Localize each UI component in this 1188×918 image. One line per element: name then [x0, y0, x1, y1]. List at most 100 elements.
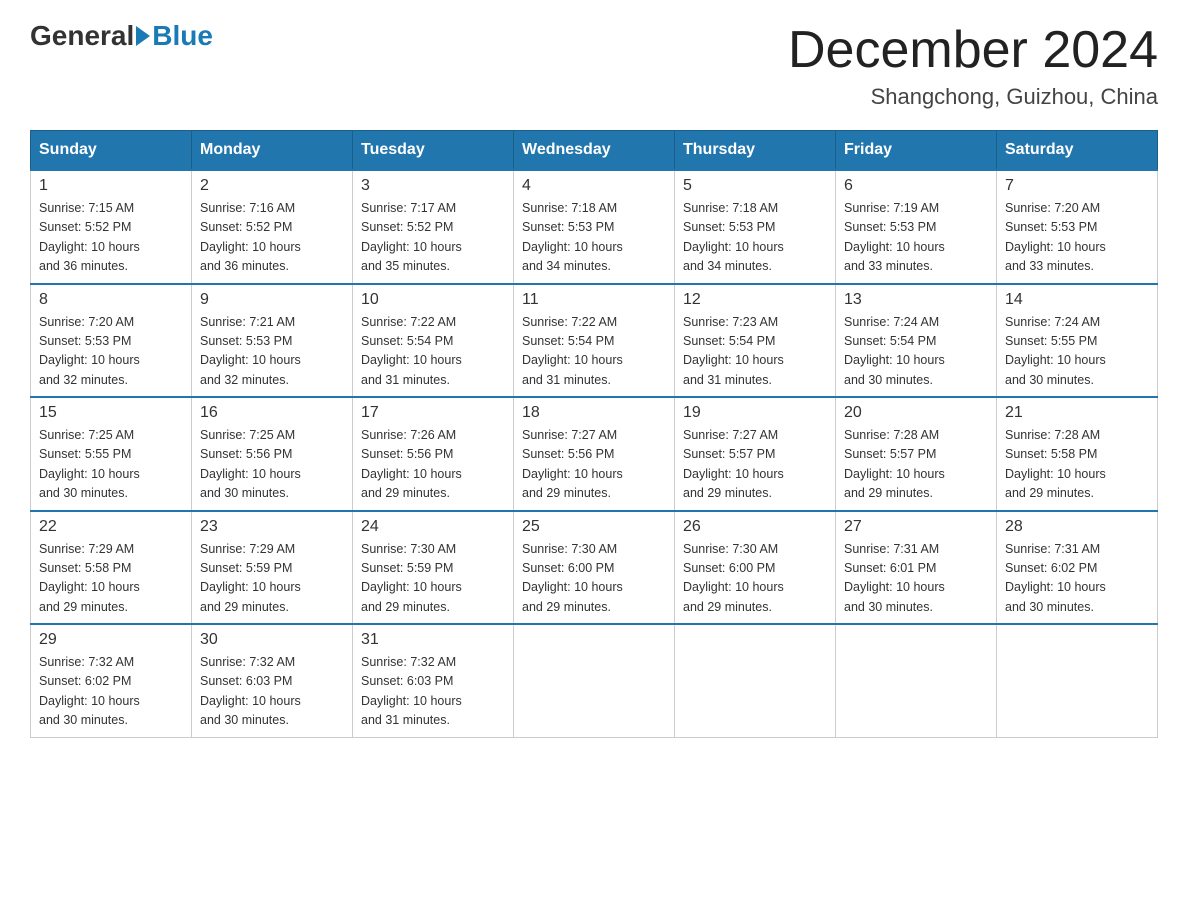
day-number: 30 — [200, 631, 344, 649]
calendar-day-cell: 3 Sunrise: 7:17 AMSunset: 5:52 PMDayligh… — [353, 170, 514, 284]
calendar-day-cell — [675, 624, 836, 737]
day-number: 3 — [361, 177, 505, 195]
day-info: Sunrise: 7:29 AMSunset: 5:58 PMDaylight:… — [39, 540, 183, 618]
day-number: 13 — [844, 291, 988, 309]
day-info: Sunrise: 7:28 AMSunset: 5:57 PMDaylight:… — [844, 426, 988, 504]
day-number: 7 — [1005, 177, 1149, 195]
calendar-day-cell: 1 Sunrise: 7:15 AMSunset: 5:52 PMDayligh… — [31, 170, 192, 284]
day-info: Sunrise: 7:32 AMSunset: 6:03 PMDaylight:… — [361, 653, 505, 731]
calendar-day-cell: 15 Sunrise: 7:25 AMSunset: 5:55 PMDaylig… — [31, 397, 192, 511]
logo-general-text: General — [30, 20, 134, 52]
page-header: General Blue December 2024 Shangchong, G… — [30, 20, 1158, 110]
day-number: 29 — [39, 631, 183, 649]
calendar-header-monday: Monday — [192, 131, 353, 171]
day-number: 18 — [522, 404, 666, 422]
calendar-day-cell: 12 Sunrise: 7:23 AMSunset: 5:54 PMDaylig… — [675, 284, 836, 398]
day-number: 31 — [361, 631, 505, 649]
day-info: Sunrise: 7:28 AMSunset: 5:58 PMDaylight:… — [1005, 426, 1149, 504]
day-info: Sunrise: 7:22 AMSunset: 5:54 PMDaylight:… — [522, 313, 666, 391]
calendar-week-row: 1 Sunrise: 7:15 AMSunset: 5:52 PMDayligh… — [31, 170, 1158, 284]
calendar-day-cell: 29 Sunrise: 7:32 AMSunset: 6:02 PMDaylig… — [31, 624, 192, 737]
calendar-table: SundayMondayTuesdayWednesdayThursdayFrid… — [30, 130, 1158, 738]
calendar-day-cell: 6 Sunrise: 7:19 AMSunset: 5:53 PMDayligh… — [836, 170, 997, 284]
calendar-day-cell: 27 Sunrise: 7:31 AMSunset: 6:01 PMDaylig… — [836, 511, 997, 625]
day-info: Sunrise: 7:15 AMSunset: 5:52 PMDaylight:… — [39, 199, 183, 277]
calendar-header-friday: Friday — [836, 131, 997, 171]
calendar-header-sunday: Sunday — [31, 131, 192, 171]
day-number: 20 — [844, 404, 988, 422]
day-number: 16 — [200, 404, 344, 422]
logo-arrow-icon — [136, 26, 150, 46]
day-info: Sunrise: 7:23 AMSunset: 5:54 PMDaylight:… — [683, 313, 827, 391]
day-info: Sunrise: 7:22 AMSunset: 5:54 PMDaylight:… — [361, 313, 505, 391]
calendar-day-cell: 31 Sunrise: 7:32 AMSunset: 6:03 PMDaylig… — [353, 624, 514, 737]
day-info: Sunrise: 7:32 AMSunset: 6:03 PMDaylight:… — [200, 653, 344, 731]
calendar-day-cell: 7 Sunrise: 7:20 AMSunset: 5:53 PMDayligh… — [997, 170, 1158, 284]
calendar-day-cell: 8 Sunrise: 7:20 AMSunset: 5:53 PMDayligh… — [31, 284, 192, 398]
day-number: 19 — [683, 404, 827, 422]
calendar-day-cell: 23 Sunrise: 7:29 AMSunset: 5:59 PMDaylig… — [192, 511, 353, 625]
calendar-day-cell: 14 Sunrise: 7:24 AMSunset: 5:55 PMDaylig… — [997, 284, 1158, 398]
day-info: Sunrise: 7:31 AMSunset: 6:02 PMDaylight:… — [1005, 540, 1149, 618]
day-number: 15 — [39, 404, 183, 422]
day-number: 5 — [683, 177, 827, 195]
day-info: Sunrise: 7:27 AMSunset: 5:56 PMDaylight:… — [522, 426, 666, 504]
calendar-day-cell: 19 Sunrise: 7:27 AMSunset: 5:57 PMDaylig… — [675, 397, 836, 511]
day-info: Sunrise: 7:30 AMSunset: 6:00 PMDaylight:… — [683, 540, 827, 618]
day-info: Sunrise: 7:21 AMSunset: 5:53 PMDaylight:… — [200, 313, 344, 391]
calendar-day-cell: 4 Sunrise: 7:18 AMSunset: 5:53 PMDayligh… — [514, 170, 675, 284]
logo: General Blue — [30, 20, 213, 52]
day-number: 23 — [200, 518, 344, 536]
day-info: Sunrise: 7:29 AMSunset: 5:59 PMDaylight:… — [200, 540, 344, 618]
day-number: 11 — [522, 291, 666, 309]
day-info: Sunrise: 7:27 AMSunset: 5:57 PMDaylight:… — [683, 426, 827, 504]
page-subtitle: Shangchong, Guizhou, China — [788, 84, 1158, 110]
calendar-week-row: 15 Sunrise: 7:25 AMSunset: 5:55 PMDaylig… — [31, 397, 1158, 511]
day-number: 12 — [683, 291, 827, 309]
calendar-week-row: 22 Sunrise: 7:29 AMSunset: 5:58 PMDaylig… — [31, 511, 1158, 625]
day-info: Sunrise: 7:19 AMSunset: 5:53 PMDaylight:… — [844, 199, 988, 277]
day-number: 1 — [39, 177, 183, 195]
calendar-day-cell — [836, 624, 997, 737]
calendar-day-cell: 9 Sunrise: 7:21 AMSunset: 5:53 PMDayligh… — [192, 284, 353, 398]
day-number: 28 — [1005, 518, 1149, 536]
calendar-header-thursday: Thursday — [675, 131, 836, 171]
day-info: Sunrise: 7:24 AMSunset: 5:54 PMDaylight:… — [844, 313, 988, 391]
calendar-day-cell: 16 Sunrise: 7:25 AMSunset: 5:56 PMDaylig… — [192, 397, 353, 511]
day-number: 2 — [200, 177, 344, 195]
calendar-day-cell: 10 Sunrise: 7:22 AMSunset: 5:54 PMDaylig… — [353, 284, 514, 398]
calendar-day-cell: 21 Sunrise: 7:28 AMSunset: 5:58 PMDaylig… — [997, 397, 1158, 511]
day-info: Sunrise: 7:32 AMSunset: 6:02 PMDaylight:… — [39, 653, 183, 731]
calendar-header-tuesday: Tuesday — [353, 131, 514, 171]
calendar-day-cell: 25 Sunrise: 7:30 AMSunset: 6:00 PMDaylig… — [514, 511, 675, 625]
calendar-day-cell: 24 Sunrise: 7:30 AMSunset: 5:59 PMDaylig… — [353, 511, 514, 625]
day-number: 22 — [39, 518, 183, 536]
day-number: 14 — [1005, 291, 1149, 309]
day-info: Sunrise: 7:26 AMSunset: 5:56 PMDaylight:… — [361, 426, 505, 504]
day-info: Sunrise: 7:17 AMSunset: 5:52 PMDaylight:… — [361, 199, 505, 277]
day-number: 27 — [844, 518, 988, 536]
day-info: Sunrise: 7:16 AMSunset: 5:52 PMDaylight:… — [200, 199, 344, 277]
day-info: Sunrise: 7:18 AMSunset: 5:53 PMDaylight:… — [522, 199, 666, 277]
calendar-week-row: 8 Sunrise: 7:20 AMSunset: 5:53 PMDayligh… — [31, 284, 1158, 398]
day-info: Sunrise: 7:20 AMSunset: 5:53 PMDaylight:… — [1005, 199, 1149, 277]
calendar-day-cell: 30 Sunrise: 7:32 AMSunset: 6:03 PMDaylig… — [192, 624, 353, 737]
page-title: December 2024 — [788, 20, 1158, 80]
calendar-day-cell: 2 Sunrise: 7:16 AMSunset: 5:52 PMDayligh… — [192, 170, 353, 284]
calendar-day-cell: 20 Sunrise: 7:28 AMSunset: 5:57 PMDaylig… — [836, 397, 997, 511]
day-number: 9 — [200, 291, 344, 309]
day-info: Sunrise: 7:30 AMSunset: 6:00 PMDaylight:… — [522, 540, 666, 618]
day-info: Sunrise: 7:31 AMSunset: 6:01 PMDaylight:… — [844, 540, 988, 618]
day-info: Sunrise: 7:30 AMSunset: 5:59 PMDaylight:… — [361, 540, 505, 618]
day-number: 21 — [1005, 404, 1149, 422]
calendar-day-cell: 22 Sunrise: 7:29 AMSunset: 5:58 PMDaylig… — [31, 511, 192, 625]
calendar-week-row: 29 Sunrise: 7:32 AMSunset: 6:02 PMDaylig… — [31, 624, 1158, 737]
day-number: 10 — [361, 291, 505, 309]
calendar-header-row: SundayMondayTuesdayWednesdayThursdayFrid… — [31, 131, 1158, 171]
calendar-day-cell: 13 Sunrise: 7:24 AMSunset: 5:54 PMDaylig… — [836, 284, 997, 398]
calendar-day-cell: 18 Sunrise: 7:27 AMSunset: 5:56 PMDaylig… — [514, 397, 675, 511]
calendar-day-cell: 26 Sunrise: 7:30 AMSunset: 6:00 PMDaylig… — [675, 511, 836, 625]
calendar-day-cell: 17 Sunrise: 7:26 AMSunset: 5:56 PMDaylig… — [353, 397, 514, 511]
day-info: Sunrise: 7:25 AMSunset: 5:56 PMDaylight:… — [200, 426, 344, 504]
day-number: 26 — [683, 518, 827, 536]
